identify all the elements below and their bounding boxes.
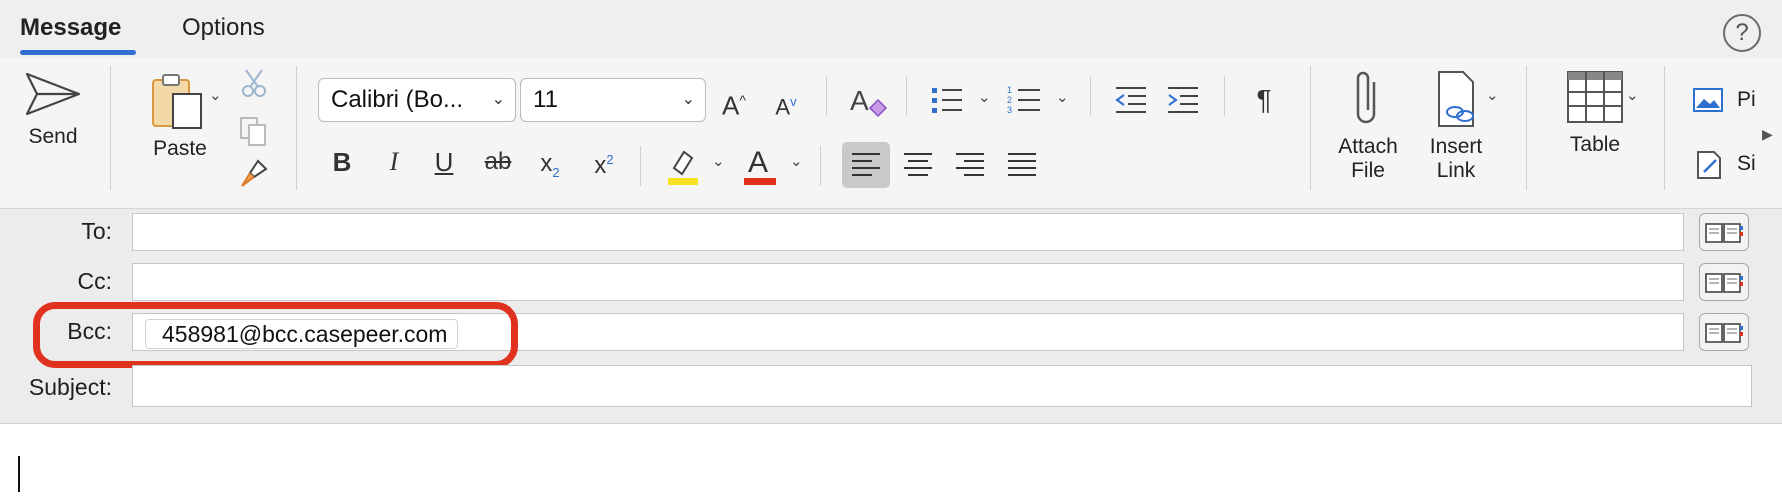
bullets-chevron-icon[interactable]: ⌄ [978, 88, 991, 106]
subject-label: Subject: [28, 374, 112, 400]
divider [110, 66, 111, 190]
show-formatting-icon[interactable]: ¶ [1244, 80, 1284, 120]
font-color-chevron-icon[interactable]: ⌄ [790, 152, 803, 170]
divider [826, 76, 827, 116]
signature-icon[interactable] [1694, 148, 1724, 182]
svg-text:3: 3 [1007, 105, 1012, 115]
font-name-value: Calibri (Bo... [331, 86, 464, 113]
ribbon-toolbar: Send Paste ⌄ Calibri (Bo... ⌄ 11 ⌄ A^ Av… [0, 58, 1782, 209]
cc-address-book-button[interactable] [1699, 263, 1749, 301]
table-chevron-icon[interactable]: ⌄ [1626, 86, 1639, 104]
insert-label-line1: Insert [1429, 135, 1483, 158]
superscript-button[interactable]: x2 [584, 140, 624, 180]
ribbon-overflow-arrow-icon[interactable]: ▶ [1762, 126, 1773, 143]
paperclip-icon [1356, 71, 1376, 124]
font-size-value: 11 [533, 86, 558, 113]
align-left-button[interactable] [842, 142, 890, 188]
underline-button[interactable]: U [424, 142, 464, 182]
cc-field[interactable] [132, 263, 1684, 301]
highlight-color-chevron-icon[interactable]: ⌄ [712, 152, 725, 170]
copy-icon[interactable] [238, 115, 270, 147]
chevron-down-icon: ⌄ [681, 91, 695, 108]
increase-indent-icon[interactable] [1166, 86, 1200, 114]
send-label: Send [28, 125, 78, 148]
table-icon [1567, 71, 1623, 123]
svg-text:A: A [850, 85, 869, 116]
subscript-button[interactable]: x2 [530, 144, 570, 184]
divider [640, 146, 641, 186]
send-icon [25, 72, 81, 116]
divider [1526, 66, 1527, 190]
svg-text:2: 2 [1007, 95, 1012, 105]
font-size-select[interactable]: 11 ⌄ [520, 78, 706, 122]
tab-options[interactable]: Options [182, 14, 265, 42]
italic-button[interactable]: I [374, 142, 414, 182]
insert-label-line2: Link [1436, 159, 1476, 182]
to-address-book-button[interactable] [1699, 213, 1749, 251]
text-cursor [18, 456, 20, 492]
insert-link-chevron-icon[interactable]: ⌄ [1486, 86, 1499, 104]
grow-font-button[interactable]: A^ [714, 80, 754, 121]
send-button[interactable]: Send [18, 70, 88, 149]
active-tab-indicator [20, 50, 136, 55]
scissors-icon[interactable] [240, 68, 268, 98]
tab-message[interactable]: Message [20, 14, 121, 42]
numbering-icon[interactable]: 1 2 3 [1006, 84, 1042, 116]
signature-label[interactable]: Si [1737, 152, 1756, 176]
cc-label: Cc: [77, 268, 113, 294]
highlighter-icon[interactable] [666, 146, 702, 186]
attach-label-line1: Attach [1338, 135, 1398, 158]
svg-text:1: 1 [1007, 85, 1012, 95]
divider [296, 66, 297, 190]
table-label: Table [1569, 133, 1621, 156]
paste-button[interactable]: Paste [140, 70, 220, 161]
bcc-address-book-button[interactable] [1699, 313, 1749, 351]
attach-label-line2: File [1351, 159, 1385, 182]
link-document-icon [1438, 71, 1474, 127]
address-book-icon [1705, 323, 1743, 343]
divider [1090, 76, 1091, 116]
bcc-highlight-annotation [33, 302, 518, 368]
align-center-icon[interactable] [894, 142, 942, 188]
justify-icon[interactable] [998, 142, 1046, 188]
align-right-icon[interactable] [946, 142, 994, 188]
font-color-icon[interactable]: A [742, 144, 778, 186]
format-painter-icon[interactable] [238, 158, 270, 190]
ribbon-tabs-bar: Message Options ? [0, 0, 1782, 58]
message-body[interactable] [0, 424, 1782, 496]
divider [906, 76, 907, 116]
chevron-down-icon: ⌄ [491, 91, 505, 108]
address-book-icon [1705, 273, 1743, 293]
to-label: To: [81, 218, 112, 244]
bold-button[interactable]: B [322, 142, 362, 182]
align-left-icon [852, 153, 880, 176]
clipboard-icon [152, 74, 202, 129]
font-name-select[interactable]: Calibri (Bo... ⌄ [318, 78, 516, 122]
clear-formatting-icon[interactable]: A [848, 82, 888, 120]
table-button[interactable]: Table [1548, 68, 1642, 157]
pictures-label[interactable]: Pi [1737, 88, 1756, 112]
picture-icon[interactable] [1692, 86, 1724, 114]
divider [1310, 66, 1311, 190]
shrink-font-button[interactable]: Av [766, 82, 806, 122]
divider [1224, 76, 1225, 116]
paste-label: Paste [153, 137, 207, 160]
strikethrough-button[interactable]: ab [478, 142, 518, 182]
bullets-icon[interactable] [930, 84, 964, 116]
subject-field[interactable] [132, 365, 1752, 407]
divider [820, 146, 821, 186]
divider [1664, 66, 1665, 190]
to-field[interactable] [132, 213, 1684, 251]
numbering-chevron-icon[interactable]: ⌄ [1056, 88, 1069, 106]
svg-text:A: A [748, 146, 768, 179]
help-icon[interactable]: ? [1723, 14, 1761, 52]
paste-options-chevron-icon[interactable]: ⌄ [209, 86, 222, 104]
attach-file-button[interactable]: Attach File [1326, 68, 1410, 183]
address-book-icon [1705, 223, 1743, 243]
decrease-indent-icon[interactable] [1114, 86, 1148, 114]
